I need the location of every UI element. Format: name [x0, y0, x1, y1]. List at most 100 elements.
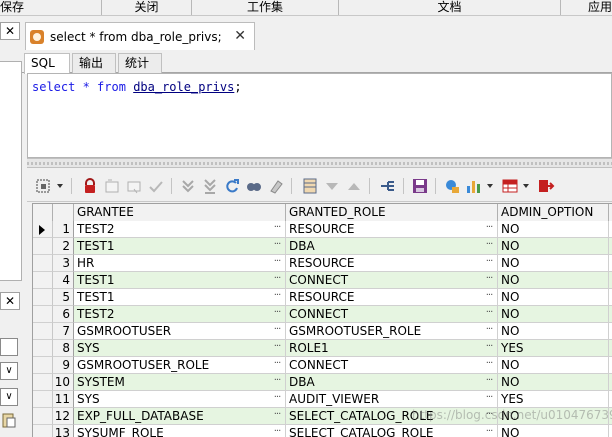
sort-desc-icon[interactable] [323, 177, 341, 195]
post-icon[interactable] [147, 177, 165, 195]
find-icon[interactable] [245, 177, 263, 195]
row-number-cell[interactable]: 3 [53, 255, 74, 272]
cell-ellipsis-button[interactable]: ··· [482, 255, 496, 271]
row-number-cell[interactable]: 2 [53, 238, 74, 255]
cell-granted-role[interactable]: ROLE1 ··· [286, 340, 498, 357]
cell-ellipsis-button[interactable]: ··· [482, 289, 496, 305]
chart-icon[interactable] [465, 177, 483, 195]
table-icon[interactable] [501, 177, 519, 195]
cell-admin-option[interactable]: NO [498, 425, 609, 437]
left-panel-tree[interactable] [0, 61, 22, 281]
cell-ellipsis-button[interactable]: ··· [270, 408, 284, 424]
clear-icon[interactable] [267, 177, 285, 195]
table-row[interactable]: 11 SYS ··· AUDIT_VIEWER ··· YES [33, 391, 612, 408]
result-grid[interactable]: GRANTEE GRANTED_ROLE ADMIN_OPTION 1 TEST2… [32, 203, 612, 437]
cell-grantee[interactable]: HR ··· [74, 255, 286, 272]
cell-ellipsis-button[interactable]: ··· [482, 306, 496, 322]
left-panel-close-button[interactable]: ✕ [0, 22, 20, 40]
cell-grantee[interactable]: SYSUMF_ROLE ··· [74, 425, 286, 437]
link-icon[interactable] [379, 177, 397, 195]
chevron-down-icon[interactable] [57, 184, 63, 188]
row-number-cell[interactable]: 12 [53, 408, 74, 425]
paste-icon[interactable] [0, 412, 18, 430]
cell-grantee[interactable]: GSMROOTUSER_ROLE ··· [74, 357, 286, 374]
query-tab[interactable]: select * from dba_role_privs; ✕ [25, 22, 255, 50]
row-number-cell[interactable]: 7 [53, 323, 74, 340]
menu-save[interactable]: 保存 [0, 0, 102, 15]
cell-ellipsis-button[interactable]: ··· [482, 374, 496, 390]
menu-workset[interactable]: 工作集 [192, 0, 339, 15]
cell-granted-role[interactable]: DBA ··· [286, 374, 498, 391]
cell-admin-option[interactable]: NO [498, 306, 609, 323]
cell-ellipsis-button[interactable]: ··· [270, 306, 284, 322]
filter-icon[interactable] [35, 177, 53, 195]
cell-ellipsis-button[interactable]: ··· [270, 272, 284, 288]
cell-admin-option[interactable]: NO [498, 357, 609, 374]
tab-output[interactable]: 输出 [72, 53, 116, 73]
grid-view-icon[interactable] [301, 177, 319, 195]
cell-ellipsis-button[interactable]: ··· [482, 340, 496, 356]
cell-ellipsis-button[interactable]: ··· [270, 323, 284, 339]
cell-granted-role[interactable]: RESOURCE ··· [286, 289, 498, 306]
cell-granted-role[interactable]: CONNECT ··· [286, 306, 498, 323]
cell-admin-option[interactable]: NO [498, 221, 609, 238]
table-row[interactable]: 7 GSMROOTUSER ··· GSMROOTUSER_ROLE ··· NO [33, 323, 612, 340]
cell-granted-role[interactable]: CONNECT ··· [286, 357, 498, 374]
cell-grantee[interactable]: SYS ··· [74, 340, 286, 357]
table-row[interactable]: 2 TEST1 ··· DBA ··· NO [33, 238, 612, 255]
table-row[interactable]: 4 TEST1 ··· CONNECT ··· NO [33, 272, 612, 289]
cell-granted-role[interactable]: RESOURCE ··· [286, 255, 498, 272]
table-row[interactable]: 6 TEST2 ··· CONNECT ··· NO [33, 306, 612, 323]
column-header-granted-role[interactable]: GRANTED_ROLE [286, 204, 498, 221]
cell-ellipsis-button[interactable]: ··· [482, 425, 496, 437]
cell-admin-option[interactable]: NO [498, 289, 609, 306]
cell-grantee[interactable]: TEST2 ··· [74, 306, 286, 323]
row-number-cell[interactable]: 8 [53, 340, 74, 357]
left-panel-close-button-2[interactable]: ✕ [0, 292, 20, 310]
cell-granted-role[interactable]: GSMROOTUSER_ROLE ··· [286, 323, 498, 340]
cell-admin-option[interactable]: YES [498, 391, 609, 408]
row-number-cell[interactable]: 4 [53, 272, 74, 289]
cell-admin-option[interactable]: NO [498, 238, 609, 255]
sort-asc-icon[interactable] [345, 177, 363, 195]
sql-table-name[interactable]: dba_role_privs [133, 80, 234, 94]
move-down-icon[interactable] [179, 177, 197, 195]
cell-grantee[interactable]: SYS ··· [74, 391, 286, 408]
tab-sql[interactable]: SQL [24, 53, 70, 74]
cell-grantee[interactable]: TEST1 ··· [74, 289, 286, 306]
pane-splitter[interactable] [27, 158, 612, 168]
menu-apply[interactable]: 应用 [561, 0, 612, 15]
row-number-cell[interactable]: 11 [53, 391, 74, 408]
left-panel-dropdown-2[interactable]: ∨ [0, 388, 18, 406]
table-row[interactable]: 8 SYS ··· ROLE1 ··· YES [33, 340, 612, 357]
refresh-icon[interactable] [223, 177, 241, 195]
cell-granted-role[interactable]: SELECT_CATALOG_ROLE ··· [286, 425, 498, 437]
table-row[interactable]: 5 TEST1 ··· RESOURCE ··· NO [33, 289, 612, 306]
query-icon[interactable] [443, 177, 461, 195]
cell-ellipsis-button[interactable]: ··· [482, 323, 496, 339]
tab-stats[interactable]: 统计 [118, 53, 162, 73]
insert-row-icon[interactable] [103, 177, 121, 195]
row-number-cell[interactable]: 10 [53, 374, 74, 391]
delete-row-icon[interactable] [125, 177, 143, 195]
cell-ellipsis-button[interactable]: ··· [482, 272, 496, 288]
cell-grantee[interactable]: SYSTEM ··· [74, 374, 286, 391]
cell-ellipsis-button[interactable]: ··· [270, 425, 284, 437]
tab-close-icon[interactable]: ✕ [234, 28, 246, 44]
row-number-cell[interactable]: 9 [53, 357, 74, 374]
sql-editor[interactable]: select * from dba_role_privs; [27, 73, 612, 158]
table-row[interactable]: 9 GSMROOTUSER_ROLE ··· CONNECT ··· NO [33, 357, 612, 374]
cell-grantee[interactable]: TEST1 ··· [74, 272, 286, 289]
chevron-down-icon[interactable] [523, 184, 529, 188]
menu-close[interactable]: 关闭 [102, 0, 192, 15]
cell-grantee[interactable]: EXP_FULL_DATABASE ··· [74, 408, 286, 425]
cell-grantee[interactable]: TEST1 ··· [74, 238, 286, 255]
cell-ellipsis-button[interactable]: ··· [482, 391, 496, 407]
cell-granted-role[interactable]: DBA ··· [286, 238, 498, 255]
cell-ellipsis-button[interactable]: ··· [482, 221, 496, 237]
cell-admin-option[interactable]: YES [498, 340, 609, 357]
move-last-icon[interactable] [201, 177, 219, 195]
cell-granted-role[interactable]: CONNECT ··· [286, 272, 498, 289]
table-row[interactable]: 10 SYSTEM ··· DBA ··· NO [33, 374, 612, 391]
export-icon[interactable] [537, 177, 555, 195]
